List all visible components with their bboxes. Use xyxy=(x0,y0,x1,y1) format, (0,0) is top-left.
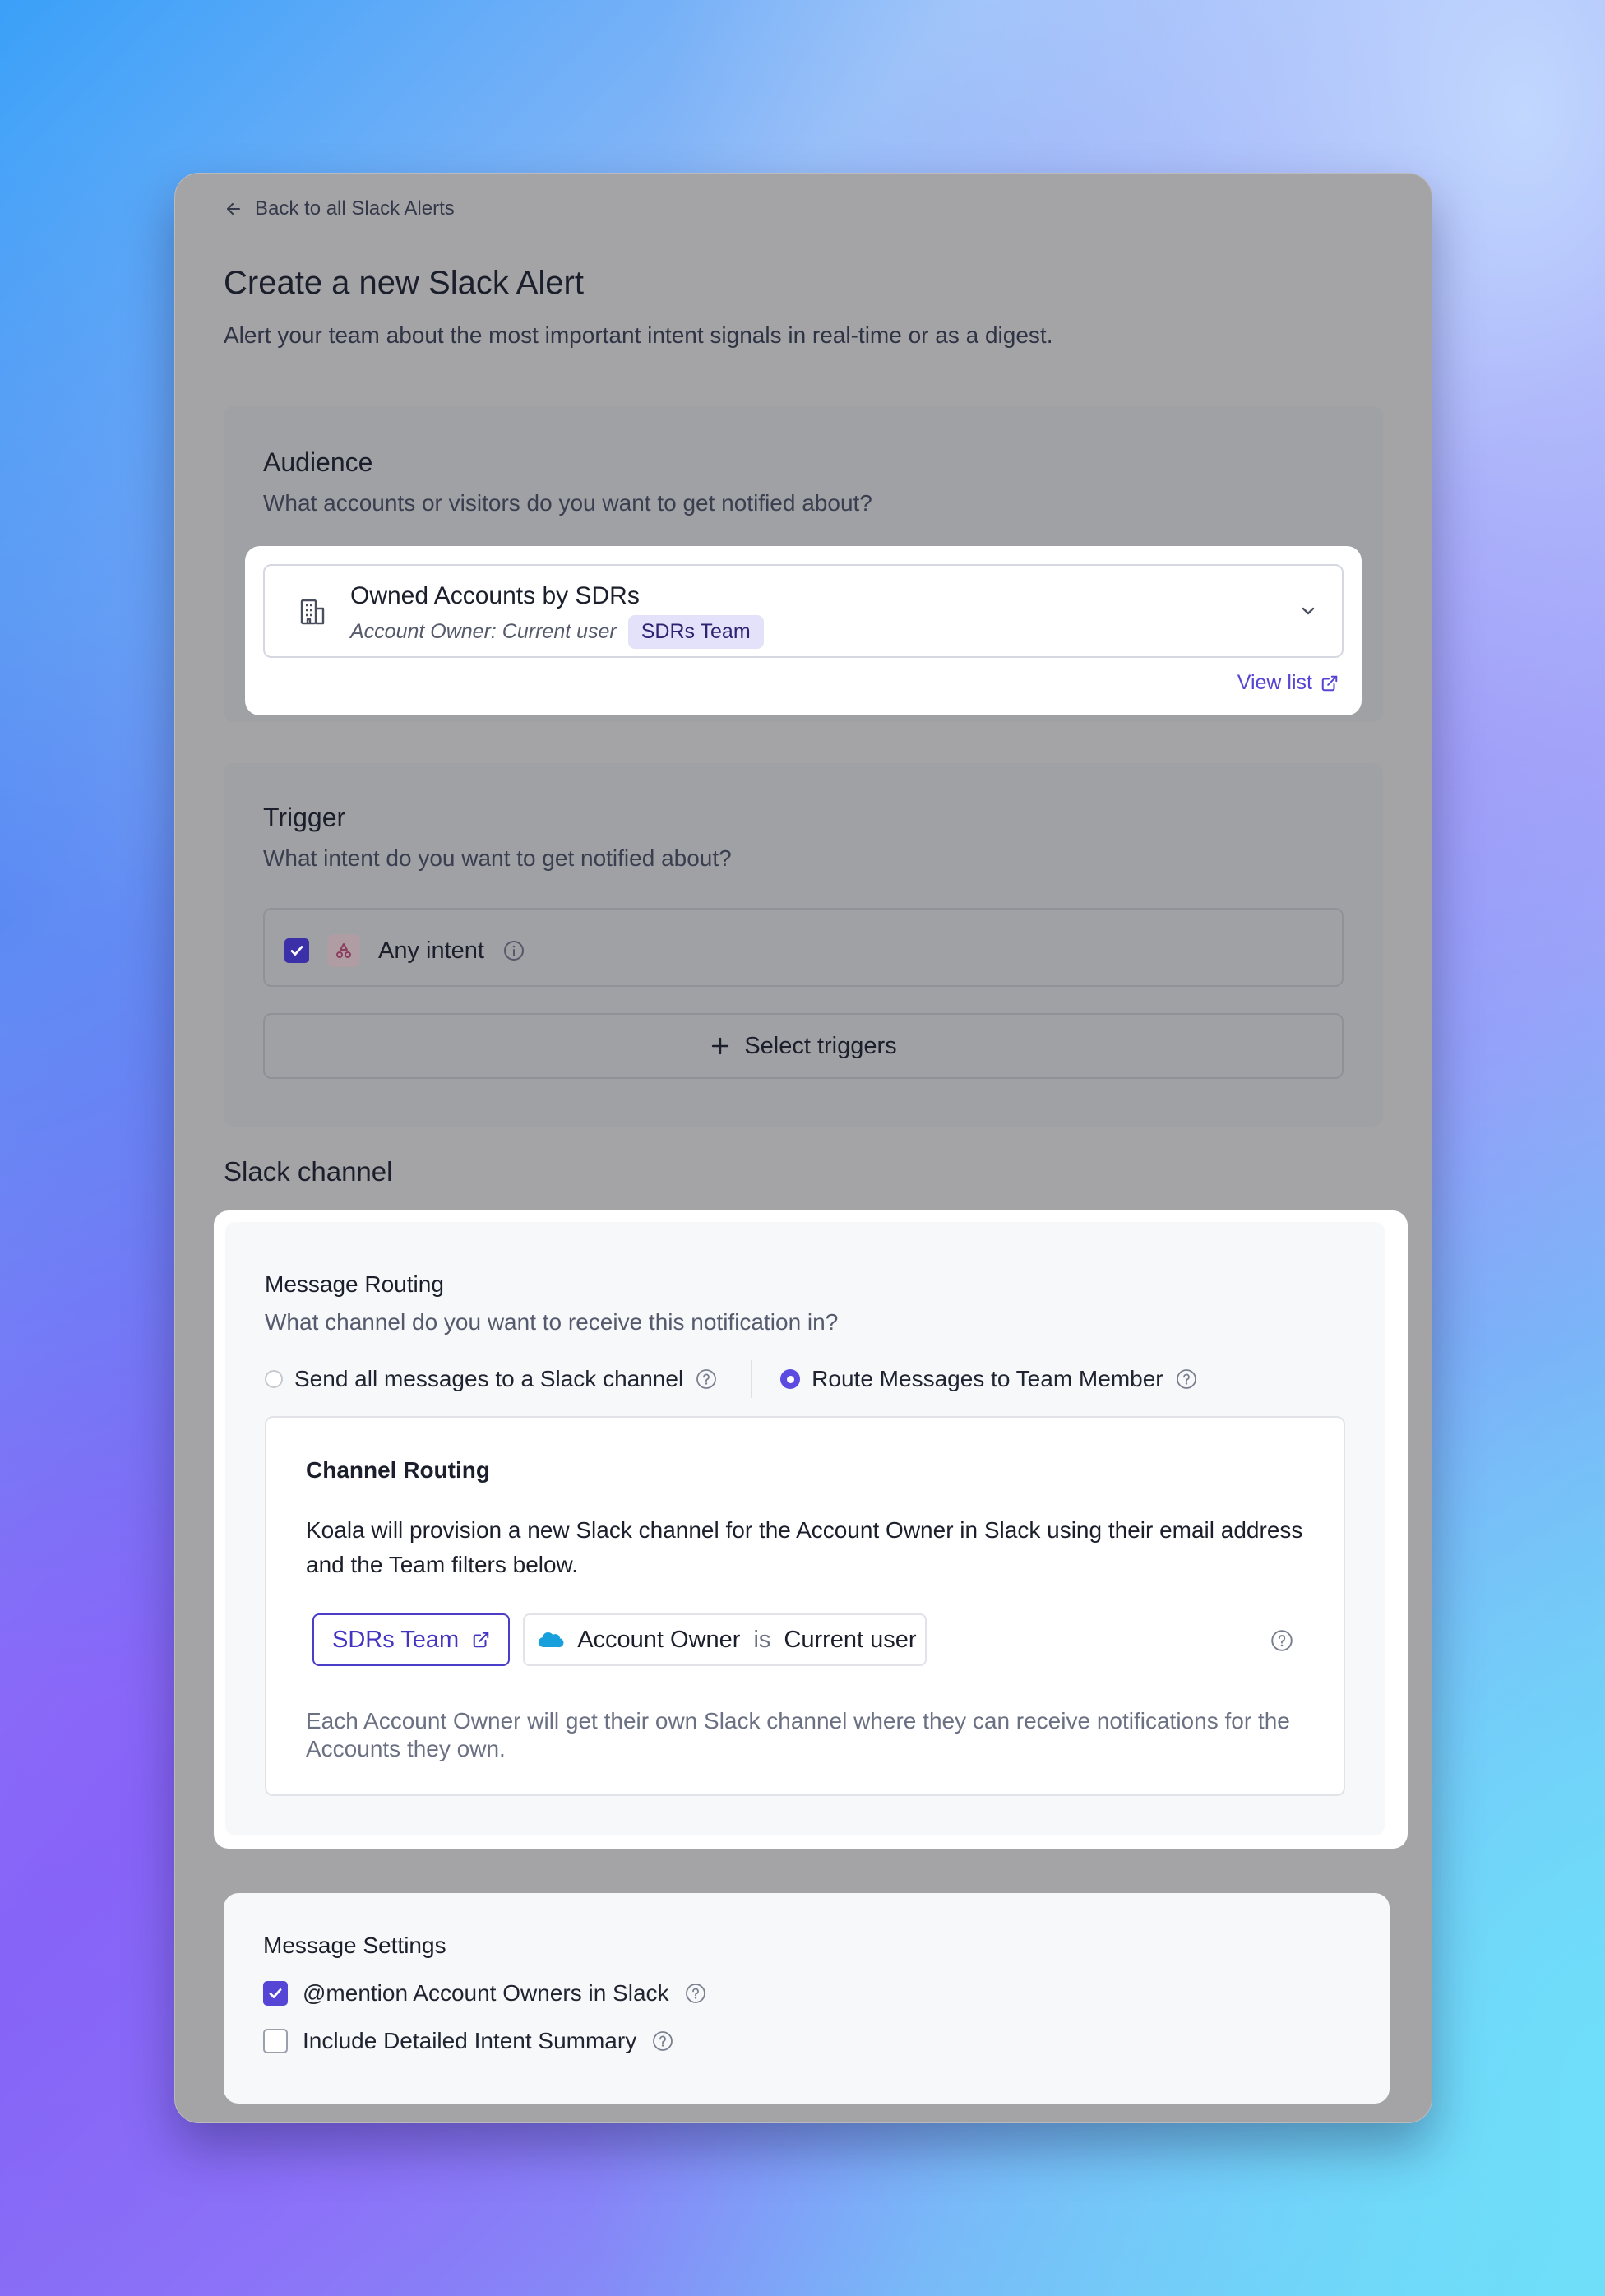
trigger-description: What intent do you want to get notified … xyxy=(263,845,732,871)
any-intent-row: Any intent xyxy=(263,908,1344,987)
trigger-card: Trigger What intent do you want to get n… xyxy=(224,763,1383,1127)
info-icon[interactable] xyxy=(502,939,525,962)
message-settings-title: Message Settings xyxy=(263,1933,446,1958)
audience-select[interactable]: Owned Accounts by SDRs Account Owner: Cu… xyxy=(263,564,1344,658)
page-subtitle: Alert your team about the most important… xyxy=(224,322,1053,348)
radio-unselected[interactable] xyxy=(265,1370,283,1388)
owner-field: Account Owner xyxy=(577,1626,741,1653)
radio-option-channel-label: Send all messages to a Slack channel xyxy=(294,1366,684,1391)
summary-setting-row[interactable]: Include Detailed Intent Summary xyxy=(263,2028,674,2054)
channel-routing-text: Koala will provision a new Slack channel… xyxy=(306,1517,1303,1577)
back-link-label: Back to all Slack Alerts xyxy=(255,197,455,220)
any-intent-checkbox[interactable] xyxy=(284,938,309,963)
check-icon xyxy=(269,1988,282,1998)
audience-owner-filter: Account Owner: Current user xyxy=(350,620,617,643)
intent-icon xyxy=(327,934,360,967)
back-link[interactable]: Back to all Slack Alerts xyxy=(224,197,455,220)
message-routing-card: Message Routing What channel do you want… xyxy=(225,1222,1385,1835)
help-icon[interactable] xyxy=(1270,1628,1294,1653)
audience-description: What accounts or visitors do you want to… xyxy=(263,490,872,516)
audience-meta: Account Owner: Current user SDRs Team xyxy=(350,615,764,649)
slack-channel-heading: Slack channel xyxy=(224,1156,393,1187)
select-triggers-label: Select triggers xyxy=(744,1032,897,1059)
message-routing-title: Message Routing xyxy=(265,1271,444,1297)
channel-routing-title: Channel Routing xyxy=(306,1457,490,1483)
audience-selector-panel: Owned Accounts by SDRs Account Owner: Cu… xyxy=(245,546,1362,715)
audience-name: Owned Accounts by SDRs xyxy=(350,582,640,609)
help-icon[interactable] xyxy=(695,1368,718,1391)
arrow-left-icon xyxy=(227,203,240,215)
team-tag: SDRs Team xyxy=(627,615,764,649)
plus-icon xyxy=(712,1037,729,1055)
check-icon xyxy=(290,946,303,956)
channel-routing-note: Each Account Owner will get their own Sl… xyxy=(306,1708,1290,1761)
select-triggers-button[interactable]: Select triggers xyxy=(263,1013,1344,1079)
radio-option-team-member[interactable]: Route Messages to Team Member xyxy=(780,1366,1197,1392)
help-icon[interactable] xyxy=(651,2030,674,2053)
any-intent-label: Any intent xyxy=(378,937,484,964)
view-list-link[interactable]: View list xyxy=(1237,671,1339,695)
trigger-title: Trigger xyxy=(263,803,346,832)
external-link-icon xyxy=(473,1632,489,1648)
audience-title: Audience xyxy=(263,447,373,477)
message-settings-card: Message Settings @mention Account Owners… xyxy=(224,1893,1390,2104)
help-icon[interactable] xyxy=(684,1982,707,2005)
page-title: Create a new Slack Alert xyxy=(224,265,584,301)
summary-checkbox[interactable] xyxy=(263,2029,288,2053)
view-list-label: View list xyxy=(1237,671,1312,694)
radio-option-team-member-label: Route Messages to Team Member xyxy=(812,1366,1163,1391)
radio-option-channel[interactable]: Send all messages to a Slack channel xyxy=(265,1366,718,1392)
summary-label: Include Detailed Intent Summary xyxy=(303,2028,637,2053)
team-filter-chip[interactable]: SDRs Team xyxy=(312,1613,511,1666)
chevron-down-icon xyxy=(1302,607,1315,615)
mention-setting-row[interactable]: @mention Account Owners in Slack xyxy=(263,1980,707,2007)
routing-options: Send all messages to a Slack channel Rou… xyxy=(265,1360,1198,1398)
channel-routing-filters: SDRs Team Account Owner is Current user xyxy=(312,1613,927,1666)
mention-checkbox[interactable] xyxy=(263,1981,288,2006)
message-routing-panel: Message Routing What channel do you want… xyxy=(214,1210,1408,1849)
modal-window: Back to all Slack Alerts Create a new Sl… xyxy=(174,173,1432,2123)
owner-operator: is xyxy=(753,1626,771,1653)
salesforce-cloud-icon xyxy=(539,1632,564,1648)
external-link-icon xyxy=(1321,675,1338,691)
mention-label: @mention Account Owners in Slack xyxy=(303,1980,669,2006)
channel-routing-box: Channel Routing Koala will provision a n… xyxy=(265,1416,1345,1796)
team-filter-label: SDRs Team xyxy=(332,1626,460,1653)
help-icon[interactable] xyxy=(1175,1368,1198,1391)
radio-selected[interactable] xyxy=(780,1369,801,1389)
any-intent-content: Any intent xyxy=(284,934,525,967)
owner-value: Current user xyxy=(784,1626,917,1653)
divider xyxy=(751,1360,753,1398)
building-icon xyxy=(300,599,325,625)
account-owner-filter-chip[interactable]: Account Owner is Current user xyxy=(523,1613,927,1666)
message-routing-description: What channel do you want to receive this… xyxy=(265,1309,839,1335)
